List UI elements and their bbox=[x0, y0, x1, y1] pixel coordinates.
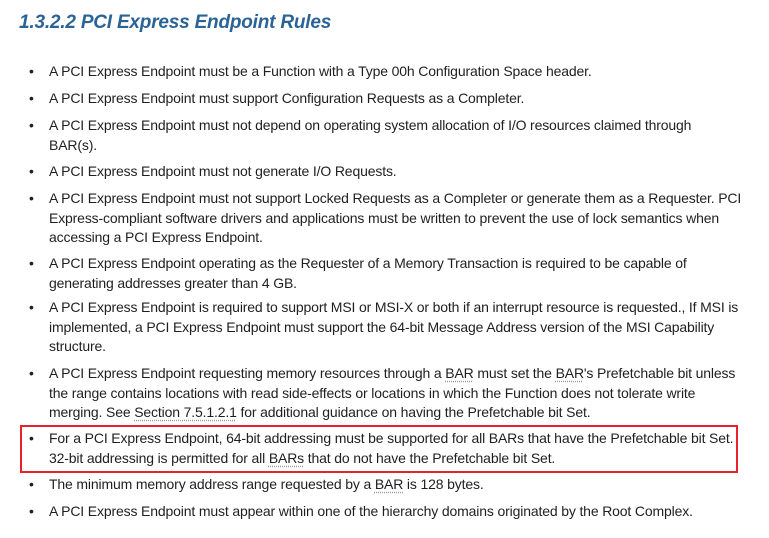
rule-text: that do not have the Prefetchable bit Se… bbox=[304, 449, 556, 466]
bullet-icon: • bbox=[29, 90, 34, 106]
rule-text: must set the bbox=[473, 365, 556, 381]
rule-text: A PCI Express Endpoint requesting memory… bbox=[49, 365, 446, 381]
rule-item: A PCI Express Endpoint is required to su… bbox=[49, 298, 749, 357]
rule-text: The minimum memory address range request… bbox=[49, 476, 375, 492]
rule-item: A PCI Express Endpoint must not depend o… bbox=[49, 116, 733, 155]
rule-text: A PCI Express Endpoint must support Conf… bbox=[49, 90, 525, 106]
section-heading: 1.3.2.2 PCI Express Endpoint Rules bbox=[19, 12, 331, 34]
rule-item: A PCI Express Endpoint requesting memory… bbox=[49, 364, 749, 423]
rule-item: The minimum memory address range request… bbox=[49, 475, 749, 495]
rule-text: is 128 bytes. bbox=[403, 476, 484, 492]
section-number: 1.3.2.2 bbox=[19, 12, 76, 33]
bar-term: BAR bbox=[374, 476, 404, 492]
rule-text: A PCI Express Endpoint must not depend o… bbox=[49, 117, 692, 153]
bullet-icon: • bbox=[29, 430, 34, 446]
bar-term: BAR bbox=[555, 365, 584, 381]
rule-text: for additional guidance on having the Pr… bbox=[236, 404, 591, 421]
rule-text: A PCI Express Endpoint must not support … bbox=[49, 190, 742, 246]
rule-item: A PCI Express Endpoint must support Conf… bbox=[49, 89, 749, 109]
rule-item: A PCI Express Endpoint must be a Functio… bbox=[49, 62, 749, 82]
rule-item: A PCI Express Endpoint must appear withi… bbox=[49, 502, 749, 522]
bar-term: BARs bbox=[268, 449, 304, 466]
rule-text: A PCI Express Endpoint operating as the … bbox=[49, 255, 687, 291]
rule-text: A PCI Express Endpoint must not generate… bbox=[49, 163, 397, 179]
bullet-icon: • bbox=[29, 63, 34, 79]
bullet-icon: • bbox=[29, 299, 34, 315]
rule-item: A PCI Express Endpoint must not support … bbox=[49, 189, 749, 248]
rule-text: A PCI Express Endpoint must appear withi… bbox=[49, 503, 693, 519]
bullet-icon: • bbox=[29, 190, 34, 206]
bullet-icon: • bbox=[29, 476, 34, 492]
rule-item: A PCI Express Endpoint must not generate… bbox=[49, 162, 749, 182]
bullet-icon: • bbox=[29, 163, 34, 179]
rule-item: A PCI Express Endpoint operating as the … bbox=[49, 254, 729, 293]
section-reference-link[interactable]: Section 7.5.1.2.1 bbox=[134, 404, 237, 420]
bullet-icon: • bbox=[29, 503, 34, 519]
bullet-icon: • bbox=[29, 117, 34, 133]
bullet-icon: • bbox=[29, 255, 34, 271]
rule-text: A PCI Express Endpoint must be a Functio… bbox=[49, 63, 592, 79]
rule-text: A PCI Express Endpoint is required to su… bbox=[49, 299, 739, 355]
bullet-icon: • bbox=[29, 365, 34, 381]
rule-item-highlighted: For a PCI Express Endpoint, 64-bit addre… bbox=[49, 429, 739, 468]
section-title: PCI Express Endpoint Rules bbox=[80, 12, 332, 33]
bar-term: BAR bbox=[445, 365, 474, 381]
